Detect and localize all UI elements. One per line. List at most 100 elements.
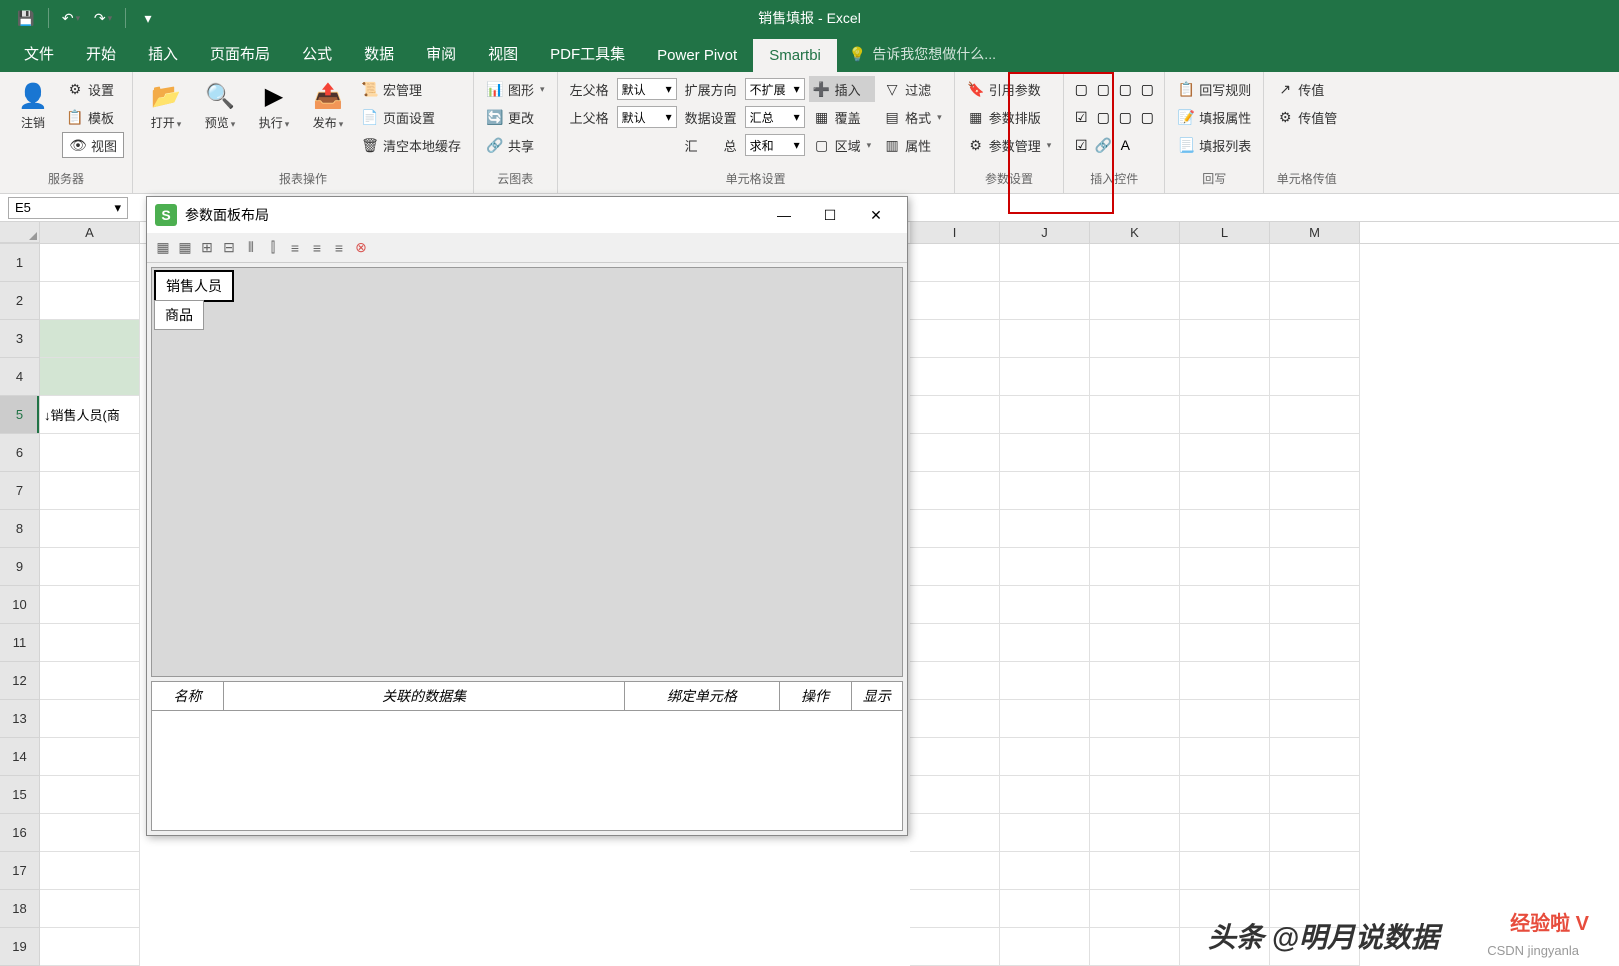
control-icon-2[interactable]: ▢ <box>1094 80 1112 98</box>
publish-button[interactable]: 📤发布 <box>303 76 353 135</box>
propagate-mgr-button[interactable]: ⚙传值管 <box>1272 104 1341 130</box>
row-header-5[interactable]: 5 <box>0 396 40 434</box>
align-icon-6[interactable]: ≡ <box>307 238 327 258</box>
align-icon-5[interactable]: ≡ <box>285 238 305 258</box>
col-header-l[interactable]: L <box>1180 222 1270 243</box>
undo-button[interactable]: ↶ <box>57 4 85 32</box>
page-setup-button[interactable]: 📄页面设置 <box>357 104 465 130</box>
name-box[interactable]: E5▾ <box>8 197 128 219</box>
col-show[interactable]: 显示 <box>851 682 902 711</box>
tab-file[interactable]: 文件 <box>8 35 70 72</box>
row-header-11[interactable]: 11 <box>0 624 40 662</box>
region-button[interactable]: ▢区域 <box>809 132 876 158</box>
chart-button[interactable]: 📊图形 <box>482 76 549 102</box>
filter-button[interactable]: ▽过滤 <box>879 76 946 102</box>
tab-home[interactable]: 开始 <box>70 35 132 72</box>
delete-icon[interactable]: ⊗ <box>351 238 371 258</box>
row-header-9[interactable]: 9 <box>0 548 40 586</box>
grid-icon-2[interactable]: ▦ <box>175 238 195 258</box>
col-header-m[interactable]: M <box>1270 222 1360 243</box>
top-parent-select[interactable]: 默认▾ <box>617 106 677 128</box>
row-header-1[interactable]: 1 <box>0 244 40 282</box>
fill-attr-button[interactable]: 📝填报属性 <box>1173 104 1255 130</box>
expand-dir-select[interactable]: 不扩展▾ <box>745 78 805 100</box>
tab-powerpivot[interactable]: Power Pivot <box>641 39 753 72</box>
dialog-canvas[interactable]: 销售人员 商品 <box>151 267 903 677</box>
property-button[interactable]: ▥属性 <box>879 132 946 158</box>
change-button[interactable]: 🔄更改 <box>482 104 549 130</box>
checkbox-icon[interactable]: ☑ <box>1072 108 1090 126</box>
preview-button[interactable]: 🔍预览 <box>195 76 245 135</box>
tab-pagelayout[interactable]: 页面布局 <box>194 35 286 72</box>
align-icon-7[interactable]: ≡ <box>329 238 349 258</box>
cover-button[interactable]: ▦覆盖 <box>809 104 876 130</box>
row-header-17[interactable]: 17 <box>0 852 40 890</box>
text-icon[interactable]: A <box>1116 136 1134 154</box>
align-icon-4[interactable]: ⫿ <box>263 238 283 258</box>
close-button[interactable]: ✕ <box>853 197 899 233</box>
checkbox-icon-2[interactable]: ☑ <box>1072 136 1090 154</box>
col-header-i[interactable]: I <box>910 222 1000 243</box>
control-icon-8[interactable]: 🔗 <box>1094 136 1112 154</box>
format-button[interactable]: ▤格式 <box>879 104 946 130</box>
execute-button[interactable]: ▶执行 <box>249 76 299 135</box>
param-mgr-button[interactable]: ⚙参数管理 <box>963 132 1056 158</box>
grid-icon-1[interactable]: ▦ <box>153 238 173 258</box>
row-header-8[interactable]: 8 <box>0 510 40 548</box>
select-all-button[interactable] <box>0 222 40 243</box>
macro-mgr-button[interactable]: 📜宏管理 <box>357 76 465 102</box>
tab-smartbi[interactable]: Smartbi <box>753 39 837 72</box>
row-header-6[interactable]: 6 <box>0 434 40 472</box>
minimize-button[interactable]: — <box>761 197 807 233</box>
cell-a5[interactable]: ↓销售人员(商 <box>40 396 140 434</box>
param-layout-button[interactable]: ▦参数排版 <box>963 104 1056 130</box>
tab-review[interactable]: 审阅 <box>410 35 472 72</box>
clear-cache-button[interactable]: 🗑清空本地缓存 <box>357 132 465 158</box>
open-button[interactable]: 📂打开 <box>141 76 191 135</box>
settings-button[interactable]: ⚙设置 <box>62 76 124 102</box>
col-bind[interactable]: 绑定单元格 <box>625 682 779 711</box>
row-header-2[interactable]: 2 <box>0 282 40 320</box>
fill-list-button[interactable]: 📃填报列表 <box>1173 132 1255 158</box>
align-icon-1[interactable]: ⊞ <box>197 238 217 258</box>
control-icon-7[interactable]: ▢ <box>1138 108 1156 126</box>
propagate-button[interactable]: ↗传值 <box>1272 76 1341 102</box>
maximize-button[interactable]: ☐ <box>807 197 853 233</box>
control-icon-6[interactable]: ▢ <box>1116 108 1134 126</box>
col-name[interactable]: 名称 <box>152 682 224 711</box>
row-header-13[interactable]: 13 <box>0 700 40 738</box>
control-icon-5[interactable]: ▢ <box>1094 108 1112 126</box>
save-button[interactable]: 💾 <box>12 4 40 32</box>
tell-me-search[interactable]: 💡 告诉我您想做什么... <box>837 36 1008 72</box>
view-button[interactable]: 👁视图 <box>62 132 124 158</box>
col-dataset[interactable]: 关联的数据集 <box>224 682 625 711</box>
wb-rules-button[interactable]: 📋回写规则 <box>1173 76 1255 102</box>
tab-formula[interactable]: 公式 <box>286 35 348 72</box>
row-header-7[interactable]: 7 <box>0 472 40 510</box>
align-icon-3[interactable]: ⫴ <box>241 238 261 258</box>
row-header-15[interactable]: 15 <box>0 776 40 814</box>
row-header-14[interactable]: 14 <box>0 738 40 776</box>
param-item-salesperson[interactable]: 销售人员 <box>154 270 234 302</box>
tab-insert[interactable]: 插入 <box>132 35 194 72</box>
qat-customize[interactable]: ▾ <box>134 4 162 32</box>
data-setting-select[interactable]: 汇总▾ <box>745 106 805 128</box>
left-parent-select[interactable]: 默认▾ <box>617 78 677 100</box>
total-select[interactable]: 求和▾ <box>745 134 805 156</box>
dialog-titlebar[interactable]: S 参数面板布局 — ☐ ✕ <box>147 197 907 233</box>
row-header-19[interactable]: 19 <box>0 928 40 966</box>
param-item-product[interactable]: 商品 <box>154 300 204 330</box>
tab-pdf[interactable]: PDF工具集 <box>534 35 641 72</box>
control-icon-3[interactable]: ▢ <box>1116 80 1134 98</box>
logout-button[interactable]: 👤 注销 <box>8 76 58 135</box>
col-action[interactable]: 操作 <box>779 682 851 711</box>
share-button[interactable]: 🔗共享 <box>482 132 549 158</box>
row-header-16[interactable]: 16 <box>0 814 40 852</box>
align-icon-2[interactable]: ⊟ <box>219 238 239 258</box>
col-header-a[interactable]: A <box>40 222 140 243</box>
template-button[interactable]: 📋模板 <box>62 104 124 130</box>
ref-param-button[interactable]: 🔖引用参数 <box>963 76 1056 102</box>
control-icon-1[interactable]: ▢ <box>1072 80 1090 98</box>
row-header-4[interactable]: 4 <box>0 358 40 396</box>
row-header-10[interactable]: 10 <box>0 586 40 624</box>
